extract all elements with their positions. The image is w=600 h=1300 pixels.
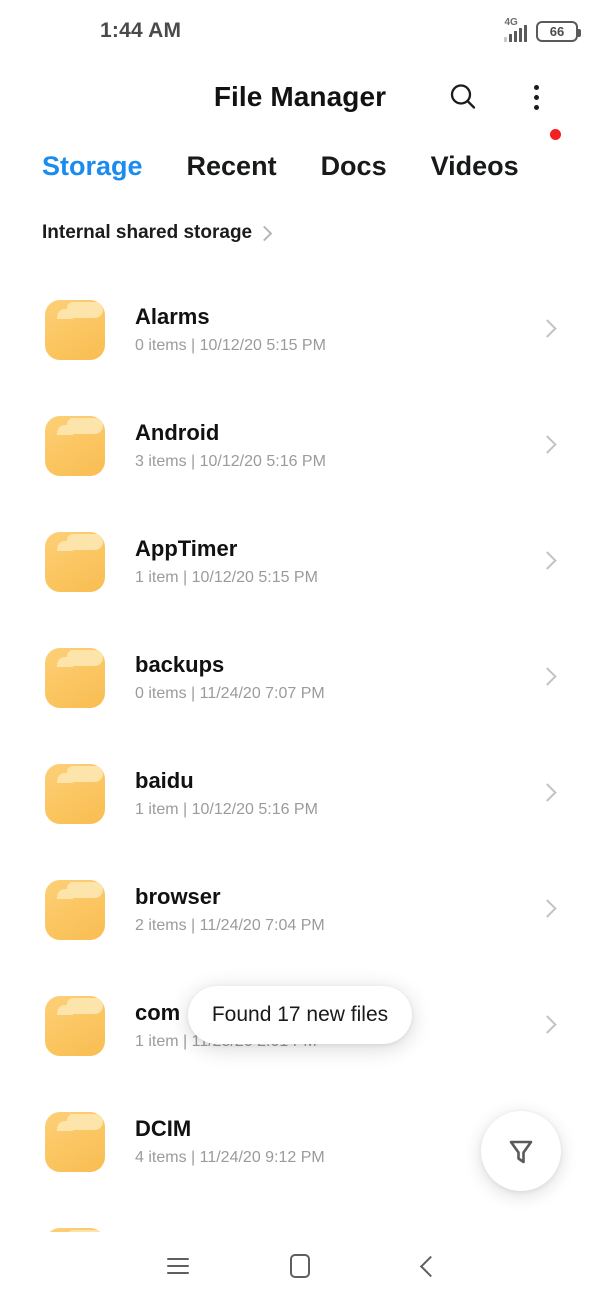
file-meta: 4 items | 11/24/20 9:12 PM xyxy=(135,1149,325,1166)
back-button[interactable] xyxy=(398,1236,458,1296)
overflow-menu-icon xyxy=(533,84,539,90)
toast-snackbar: Found 17 new files xyxy=(188,986,412,1044)
file-name: baidu xyxy=(135,768,194,793)
list-item-partial[interactable] xyxy=(0,1200,600,1232)
file-meta: 1 item | 10/12/20 5:15 PM xyxy=(135,569,318,586)
chevron-right-icon xyxy=(538,783,557,802)
battery-icon: 66 xyxy=(536,20,581,42)
breadcrumb-label: Internal shared storage xyxy=(42,222,253,243)
file-name: Android xyxy=(135,420,220,445)
chevron-right-icon xyxy=(538,551,557,570)
list-item[interactable]: Alarms 0 items | 10/12/20 5:15 PM xyxy=(0,272,600,388)
list-item[interactable]: backups 0 items | 11/24/20 7:07 PM xyxy=(0,620,600,736)
home-square-icon xyxy=(290,1254,310,1278)
home-button[interactable] xyxy=(270,1236,330,1296)
tab-storage[interactable]: Storage xyxy=(42,151,143,182)
file-name: backups xyxy=(135,652,225,677)
file-meta: 1 item | 10/12/20 5:16 PM xyxy=(135,801,318,818)
list-item[interactable]: baidu 1 item | 10/12/20 5:16 PM xyxy=(0,736,600,852)
search-button[interactable] xyxy=(440,74,486,120)
folder-icon xyxy=(45,648,105,708)
chevron-right-icon xyxy=(538,1015,557,1034)
back-chevron-icon xyxy=(419,1255,442,1277)
status-time: 1:44 AM xyxy=(100,19,182,42)
status-bar: 1:44 AM 4G 66 xyxy=(0,0,600,62)
tab-docs[interactable]: Docs xyxy=(321,151,387,182)
list-item[interactable]: AppTimer 1 item | 10/12/20 5:15 PM xyxy=(0,504,600,620)
filter-funnel-icon xyxy=(509,1140,533,1164)
folder-icon xyxy=(45,300,105,360)
network-type-label: 4G xyxy=(504,17,518,28)
overflow-menu-icon xyxy=(533,94,539,100)
chevron-right-icon xyxy=(538,319,557,338)
app-bar: File Manager xyxy=(0,62,600,140)
tab-videos[interactable]: Videos xyxy=(431,151,519,182)
chevron-right-icon xyxy=(538,899,557,918)
recents-button[interactable] xyxy=(148,1236,208,1296)
signal-bars-icon: 4G xyxy=(503,17,527,42)
tab-bar: Storage Recent Docs Videos xyxy=(0,140,600,192)
notification-badge-dot xyxy=(550,129,561,140)
file-name: AppTimer xyxy=(135,536,238,561)
folder-icon xyxy=(45,532,105,592)
list-item[interactable]: Android 3 items | 10/12/20 5:16 PM xyxy=(0,388,600,504)
breadcrumb[interactable]: Internal shared storage xyxy=(42,222,273,244)
overflow-menu-icon xyxy=(533,104,539,110)
file-meta: 0 items | 11/24/20 7:07 PM xyxy=(135,685,325,702)
filter-fab-button[interactable] xyxy=(481,1111,561,1191)
list-item[interactable]: browser 2 items | 11/24/20 7:04 PM xyxy=(0,852,600,968)
folder-icon xyxy=(45,996,105,1056)
folder-icon xyxy=(45,1112,105,1172)
file-meta: 0 items | 10/12/20 5:15 PM xyxy=(135,337,326,354)
chevron-right-icon xyxy=(256,225,273,242)
file-name: DCIM xyxy=(135,1116,192,1141)
chevron-right-icon xyxy=(538,435,557,454)
chevron-right-icon xyxy=(538,667,557,686)
status-indicators: 4G 66 xyxy=(503,17,581,42)
system-navigation-bar xyxy=(0,1232,600,1300)
signal-bar-group xyxy=(503,25,527,42)
file-name: Alarms xyxy=(135,304,210,329)
file-name: browser xyxy=(135,884,221,909)
recents-menu-icon xyxy=(167,1258,189,1274)
page-title: File Manager xyxy=(213,81,387,112)
battery-level-label: 66 xyxy=(549,23,565,39)
folder-icon xyxy=(45,764,105,824)
folder-icon xyxy=(45,880,105,940)
file-meta: 2 items | 11/24/20 7:04 PM xyxy=(135,917,325,934)
file-meta: 3 items | 10/12/20 5:16 PM xyxy=(135,453,326,470)
folder-icon xyxy=(45,416,105,476)
tab-recent[interactable]: Recent xyxy=(187,151,277,182)
file-list[interactable]: Alarms 0 items | 10/12/20 5:15 PM Androi… xyxy=(0,272,600,1232)
overflow-menu-button[interactable] xyxy=(515,74,557,120)
toast-message: Found 17 new files xyxy=(211,1003,389,1026)
search-icon xyxy=(450,84,476,109)
